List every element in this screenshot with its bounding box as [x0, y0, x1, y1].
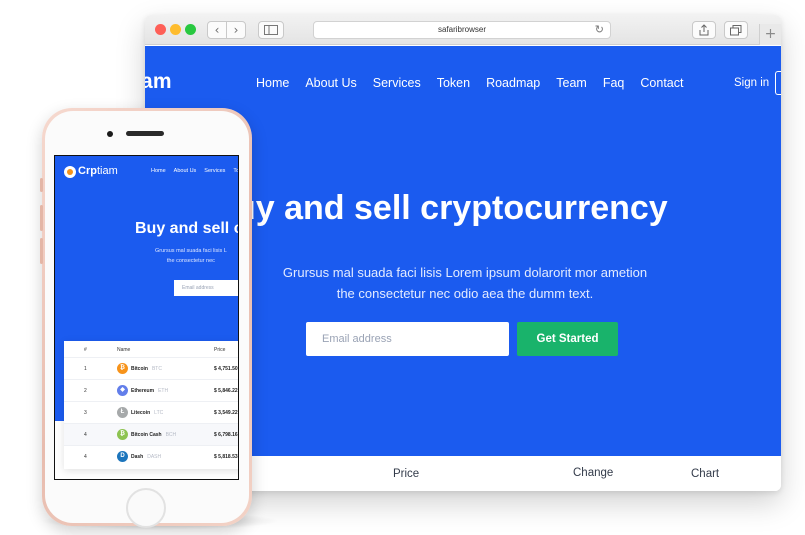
coin-price: $ 4,751.50	[214, 366, 238, 372]
coin-price: $ 3,549.22	[214, 410, 238, 416]
table-row[interactable]: 3 Ł Litecoin LTC $ 3,549.22	[64, 401, 238, 423]
column-header-num: #	[84, 347, 87, 353]
coin-name: Ethereum ETH	[131, 388, 169, 394]
mobile-headline: Buy and sell c	[135, 220, 239, 237]
row-num: 1	[84, 366, 87, 372]
mobile-coin-table: # Name Price 1 ₿ Bitcoin BTC $ 4,751.50 2…	[64, 341, 238, 469]
mobile-subtitle-line-2: the consectetur nec	[166, 258, 215, 264]
bitcoin-icon: ₿	[117, 363, 128, 374]
column-header-change[interactable]: Change	[573, 467, 613, 479]
table-row[interactable]: 4 D Dash DASH $ 5,818.53	[64, 445, 238, 467]
nav-about-us[interactable]: About Us	[305, 76, 356, 90]
phone-mute-switch	[40, 178, 43, 192]
coin-name: Bitcoin BTC	[131, 366, 162, 372]
phone-volume-up	[40, 205, 43, 231]
coin-price: $ 6,798.16	[214, 432, 238, 438]
browser-toolbar: ‹ › safaribrowser ↻ +	[145, 15, 781, 45]
hero-subtitle-line-2: the consectetur nec odio aea the dumm te…	[336, 285, 594, 301]
coin-name: Litecoin LTC	[131, 410, 164, 416]
column-header-price[interactable]: Price	[393, 468, 419, 480]
site-logo[interactable]: iam	[145, 70, 172, 94]
bitcoin-cash-icon: ₿	[117, 429, 128, 440]
sign-in-link[interactable]: Sign in	[734, 77, 769, 89]
mobile-screen: Crptiam Home About Us Services To Buy an…	[54, 155, 239, 480]
litecoin-icon: Ł	[117, 407, 128, 418]
mobile-nav-home[interactable]: Home	[151, 168, 166, 174]
nav-token[interactable]: Token	[437, 76, 470, 90]
maximize-window-button[interactable]	[185, 24, 196, 35]
mobile-subtitle-line-1: Grursus mal suada faci lisis L	[155, 248, 227, 254]
column-header-chart[interactable]: Chart	[691, 468, 719, 480]
column-header-name: Name	[117, 347, 131, 353]
minimize-window-button[interactable]	[170, 24, 181, 35]
share-icon[interactable]	[692, 21, 716, 39]
close-window-button[interactable]	[155, 24, 166, 35]
hero-subtitle: Grursus mal suada faci lisis Lorem ipsum…	[245, 263, 685, 304]
mobile-logo[interactable]: Crptiam	[78, 165, 118, 177]
main-nav: Home About Us Services Token Roadmap Tea…	[256, 76, 699, 90]
get-started-button[interactable]: Get Started	[517, 322, 618, 356]
phone-volume-down	[40, 238, 43, 264]
coin-price: $ 5,818.53	[214, 454, 238, 460]
ethereum-icon: ◆	[117, 385, 128, 396]
nav-faq[interactable]: Faq	[603, 76, 625, 90]
chevron-left-icon[interactable]: ‹	[207, 21, 227, 39]
hero-subtitle-line-1: Grursus mal suada faci lisis Lorem ipsum…	[282, 265, 648, 280]
nav-roadmap[interactable]: Roadmap	[486, 76, 540, 90]
sidebar-icon[interactable]	[258, 21, 284, 39]
row-num: 4	[84, 454, 87, 460]
plus-icon[interactable]: +	[759, 24, 781, 45]
logo-icon	[64, 166, 76, 178]
table-row[interactable]: 2 ◆ Ethereum ETH $ 5,846.22	[64, 379, 238, 401]
phone-camera	[107, 131, 113, 137]
address-text: safaribrowser	[437, 25, 486, 34]
table-row[interactable]: 4 ₿ Bitcoin Cash BCH $ 6,798.16	[64, 423, 238, 445]
tabs-icon[interactable]	[724, 21, 748, 39]
table-row[interactable]: 1 ₿ Bitcoin BTC $ 4,751.50	[64, 357, 238, 379]
nav-home[interactable]: Home	[256, 76, 289, 90]
nav-team[interactable]: Team	[556, 76, 587, 90]
mobile-nav-token-partial[interactable]: To	[233, 168, 238, 174]
mobile-email-input[interactable]: Email address	[174, 280, 238, 296]
email-input[interactable]: Email address	[306, 322, 509, 356]
coin-price: $ 5,846.22	[214, 388, 238, 394]
row-num: 4	[84, 432, 87, 438]
mobile-nav: Home About Us Services To	[151, 168, 238, 174]
coin-name: Bitcoin Cash BCH	[131, 432, 177, 438]
dash-icon: D	[117, 451, 128, 462]
phone-home-button[interactable]	[126, 488, 166, 528]
coin-name: Dash DASH	[131, 454, 162, 460]
chevron-right-icon[interactable]: ›	[226, 21, 246, 39]
nav-contact[interactable]: Contact	[640, 76, 683, 90]
mobile-nav-about-us[interactable]: About Us	[174, 168, 197, 174]
mobile-subtitle: Grursus mal suada faci lisis L the conse…	[155, 246, 227, 266]
phone-speaker	[126, 131, 164, 136]
hero-headline: uy and sell cryptocurrency	[235, 189, 668, 227]
row-num: 3	[84, 410, 87, 416]
reload-icon[interactable]: ↻	[595, 23, 604, 36]
address-bar[interactable]: safaribrowser ↻	[313, 21, 611, 39]
mobile-nav-services[interactable]: Services	[204, 168, 225, 174]
column-header-price: Price	[214, 347, 226, 353]
nav-services[interactable]: Services	[373, 76, 421, 90]
row-num: 2	[84, 388, 87, 394]
sign-up-button-partial[interactable]	[775, 71, 781, 95]
